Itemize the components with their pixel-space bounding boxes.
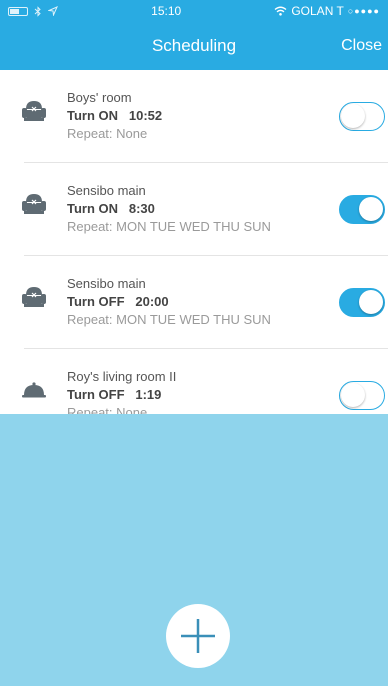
action-time: 1:19 [135, 387, 162, 402]
schedule-details: Boys' room Turn ON 10:52 Repeat: None [67, 90, 162, 143]
schedule-row[interactable]: Boys' room Turn ON 10:52 Repeat: None [0, 70, 388, 163]
ac-unit-icon [22, 194, 46, 214]
schedule-row[interactable]: Sensibo main Turn OFF 20:00 Repeat: MON … [0, 256, 388, 349]
toggle-knob [341, 104, 365, 128]
device-name: Sensibo main [67, 183, 146, 198]
status-bar: 15:10 GOLAN T ○●●●● [0, 0, 388, 22]
bluetooth-icon [34, 5, 41, 17]
schedule-row[interactable]: Sensibo main Turn ON 8:30 Repeat: MON TU… [0, 163, 388, 256]
repeat-label: Repeat: MON TUE WED THU SUN [67, 312, 271, 327]
toggle-knob [359, 197, 383, 221]
close-button[interactable]: Close [341, 22, 382, 70]
action-label: Turn ON [67, 108, 119, 123]
status-right: GOLAN T ○●●●● [274, 4, 380, 18]
schedule-toggle[interactable] [339, 288, 385, 317]
device-name: Roy's living room II [67, 369, 177, 384]
signal-strength: ○●●●● [347, 6, 380, 16]
plus-icon [181, 619, 215, 653]
carrier-name: GOLAN T [291, 4, 344, 18]
schedule-toggle[interactable] [339, 102, 385, 131]
location-icon [48, 6, 58, 16]
schedule-toggle[interactable] [339, 195, 385, 224]
device-name: Boys' room [67, 90, 132, 105]
wifi-icon [274, 6, 287, 16]
schedule-list: Boys' room Turn ON 10:52 Repeat: None Se… [0, 70, 388, 420]
cloche-icon [22, 382, 46, 398]
schedule-toggle[interactable] [339, 381, 385, 410]
ac-unit-icon [22, 101, 46, 121]
status-left [8, 5, 58, 17]
schedule-action: Turn OFF 1:19 [67, 385, 176, 404]
action-time: 20:00 [135, 294, 169, 309]
add-schedule-button[interactable] [166, 604, 230, 668]
toggle-knob [341, 383, 365, 407]
action-label: Turn ON [67, 201, 119, 216]
repeat-label: Repeat: None [67, 126, 148, 141]
action-time: 10:52 [128, 108, 163, 123]
toggle-knob [359, 290, 383, 314]
repeat-label: Repeat: MON TUE WED THU SUN [67, 219, 271, 234]
action-label: Turn OFF [67, 294, 125, 309]
ac-unit-icon [22, 287, 46, 307]
schedule-action: Turn OFF 20:00 [67, 292, 271, 311]
battery-icon [8, 6, 28, 16]
nav-bar: Scheduling Close [0, 22, 388, 70]
schedule-details: Sensibo main Turn ON 8:30 Repeat: MON TU… [67, 183, 271, 236]
action-label: Turn OFF [67, 387, 125, 402]
schedule-action: Turn ON 10:52 [67, 106, 162, 125]
page-title: Scheduling [151, 36, 237, 55]
schedule-action: Turn ON 8:30 [67, 199, 271, 218]
action-time: 8:30 [128, 201, 155, 216]
status-time: 15:10 [151, 4, 182, 18]
schedule-details: Sensibo main Turn OFF 20:00 Repeat: MON … [67, 276, 271, 329]
device-name: Sensibo main [67, 276, 146, 291]
